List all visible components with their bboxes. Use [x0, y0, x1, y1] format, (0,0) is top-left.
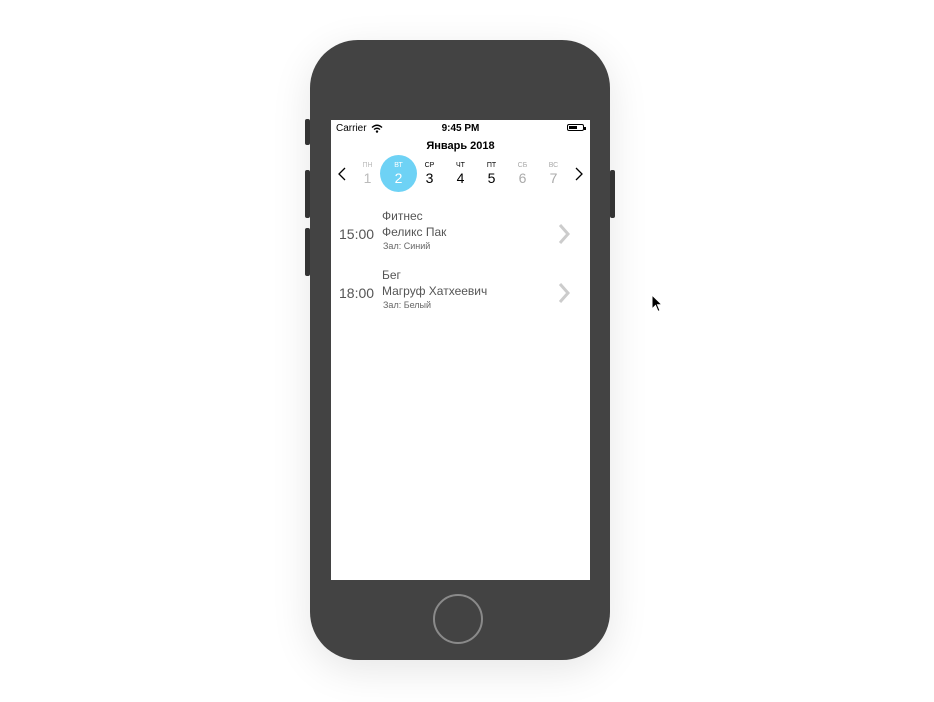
event-title: Фитнес [382, 209, 423, 223]
prev-week-button[interactable] [335, 164, 349, 184]
event-trainer: Феликс Пак [382, 225, 447, 239]
day-name: ЧТ [456, 162, 465, 169]
mouse-cursor-icon [651, 294, 663, 313]
day-date: 4 [456, 170, 465, 186]
day-name: ПН [362, 162, 373, 169]
event-row[interactable]: 18:00 Бег Магруф Хатхеевич Зал: Белый [331, 268, 590, 324]
chevron-right-icon [575, 167, 583, 181]
status-bar: Carrier 9:45 PM [331, 120, 590, 136]
app-screen: Carrier 9:45 PM Январь 2018 ПН 1 ВТ 2 СР [331, 120, 590, 580]
next-week-button[interactable] [572, 164, 586, 184]
day-tue[interactable]: ВТ 2 [383, 160, 414, 186]
month-title: Январь 2018 [426, 140, 495, 152]
day-date: 5 [487, 170, 496, 186]
day-name: СР [424, 162, 435, 169]
event-hall: Зал: Синий [383, 241, 431, 251]
day-sat[interactable]: СБ 6 [507, 160, 538, 186]
day-name: СБ [517, 162, 528, 169]
event-title: Бег [382, 268, 401, 282]
home-button[interactable] [433, 594, 483, 644]
event-trainer: Магруф Хатхеевич [382, 284, 488, 298]
day-sun[interactable]: ВС 7 [538, 160, 569, 186]
volume-down-button [305, 228, 310, 276]
status-time: 9:45 PM [441, 123, 480, 134]
day-fri[interactable]: ПТ 5 [476, 160, 507, 186]
day-mon[interactable]: ПН 1 [352, 160, 383, 186]
chevron-left-icon [338, 167, 346, 181]
day-date: 7 [549, 170, 558, 186]
power-button [610, 170, 615, 218]
volume-up-button [305, 170, 310, 218]
event-row[interactable]: 15:00 Фитнес Феликс Пак Зал: Синий [331, 209, 590, 265]
day-name: ВС [548, 162, 559, 169]
mute-switch [305, 119, 310, 145]
day-name: ПТ [486, 162, 497, 169]
event-time: 18:00 [339, 285, 375, 301]
chevron-right-icon [558, 283, 571, 303]
event-hall: Зал: Белый [383, 300, 432, 310]
battery-fill [569, 126, 577, 129]
day-date: 1 [363, 170, 372, 186]
event-time: 15:00 [339, 226, 375, 242]
day-thu[interactable]: ЧТ 4 [445, 160, 476, 186]
battery-icon [567, 124, 586, 131]
day-date: 3 [425, 170, 434, 186]
day-wed[interactable]: СР 3 [414, 160, 445, 186]
day-date: 2 [394, 170, 403, 186]
day-date: 6 [518, 170, 527, 186]
day-name: ВТ [394, 162, 403, 169]
chevron-right-icon [558, 224, 571, 244]
